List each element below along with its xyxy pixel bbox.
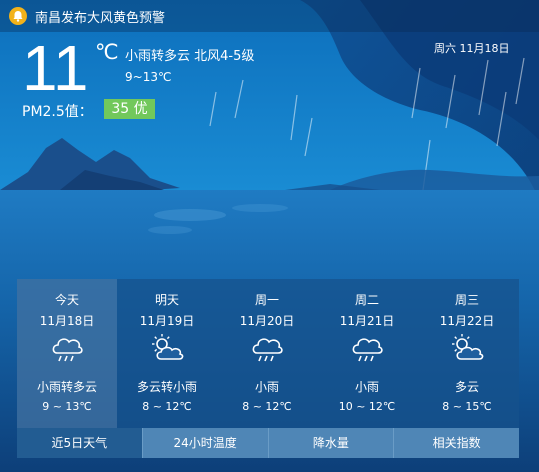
- current-temperature: 11: [22, 32, 89, 104]
- forecast-day-name: 周一: [254, 293, 279, 307]
- forecast-tabs: 近5日天气 24小时温度 降水量 相关指数: [17, 428, 519, 458]
- forecast-day-date: 11月21日: [339, 314, 395, 328]
- forecast-temperature: 8 ~ 15℃: [442, 400, 492, 413]
- forecast-day-name: 明天: [154, 293, 179, 307]
- forecast-day-monday[interactable]: 周一 11月20日 小雨 8 ~ 12℃: [217, 279, 317, 428]
- partly-cloudy-icon: [152, 334, 184, 360]
- forecast-day-date: 11月22日: [439, 314, 495, 328]
- forecast-panel: 今天 11月18日 小雨转多云 9 ~ 13℃ 明天 11月19日 多云转小雨 …: [17, 279, 519, 428]
- forecast-day-date: 11月19日: [139, 314, 195, 328]
- forecast-day-name: 周二: [354, 293, 379, 307]
- rain-cloud-icon: [52, 338, 83, 362]
- alert-bell-icon: [9, 7, 27, 25]
- forecast-condition: 多云转小雨: [136, 380, 197, 394]
- forecast-condition: 小雨: [354, 380, 379, 394]
- current-date: 周六 11月18日: [434, 42, 510, 55]
- weather-alert-bar[interactable]: 南昌发布大风黄色预警: [0, 0, 539, 32]
- pm25-label: PM2.5值：: [22, 104, 93, 120]
- tab-24h-temperature[interactable]: 24小时温度: [141, 428, 268, 458]
- pm25-badge: 35 优: [104, 99, 155, 119]
- forecast-day-wednesday[interactable]: 周三 11月22日 多云 8 ~ 15℃: [417, 279, 517, 428]
- partly-cloudy-icon: [452, 334, 484, 360]
- alert-text: 南昌发布大风黄色预警: [35, 10, 166, 26]
- forecast-temperature: 10 ~ 12℃: [338, 400, 396, 413]
- current-description: 小雨转多云 北风4-5级: [125, 49, 255, 64]
- forecast-day-name: 周三: [454, 293, 479, 307]
- forecast-condition: 小雨转多云: [36, 380, 97, 394]
- tab-related-indices[interactable]: 相关指数: [393, 428, 519, 458]
- temperature-unit: ℃: [95, 40, 119, 64]
- forecast-day-name: 今天: [54, 293, 79, 307]
- forecast-day-tuesday[interactable]: 周二 11月21日 小雨 10 ~ 12℃: [317, 279, 417, 428]
- rain-cloud-icon: [352, 338, 383, 362]
- forecast-condition: 多云: [454, 380, 479, 394]
- current-temperature-range: 9~13℃: [125, 70, 172, 84]
- forecast-day-date: 11月20日: [239, 314, 295, 328]
- forecast-day-today[interactable]: 今天 11月18日 小雨转多云 9 ~ 13℃: [17, 279, 117, 428]
- tab-5-day-weather[interactable]: 近5日天气: [17, 428, 142, 458]
- forecast-condition: 小雨: [254, 380, 279, 394]
- forecast-temperature: 9 ~ 13℃: [42, 400, 92, 413]
- rain-cloud-icon: [252, 338, 283, 362]
- forecast-temperature: 8 ~ 12℃: [242, 400, 292, 413]
- forecast-temperature: 8 ~ 12℃: [142, 400, 192, 413]
- forecast-day-date: 11月18日: [39, 314, 95, 328]
- tab-precipitation[interactable]: 降水量: [267, 428, 394, 458]
- forecast-day-tomorrow[interactable]: 明天 11月19日 多云转小雨 8 ~ 12℃: [117, 279, 217, 428]
